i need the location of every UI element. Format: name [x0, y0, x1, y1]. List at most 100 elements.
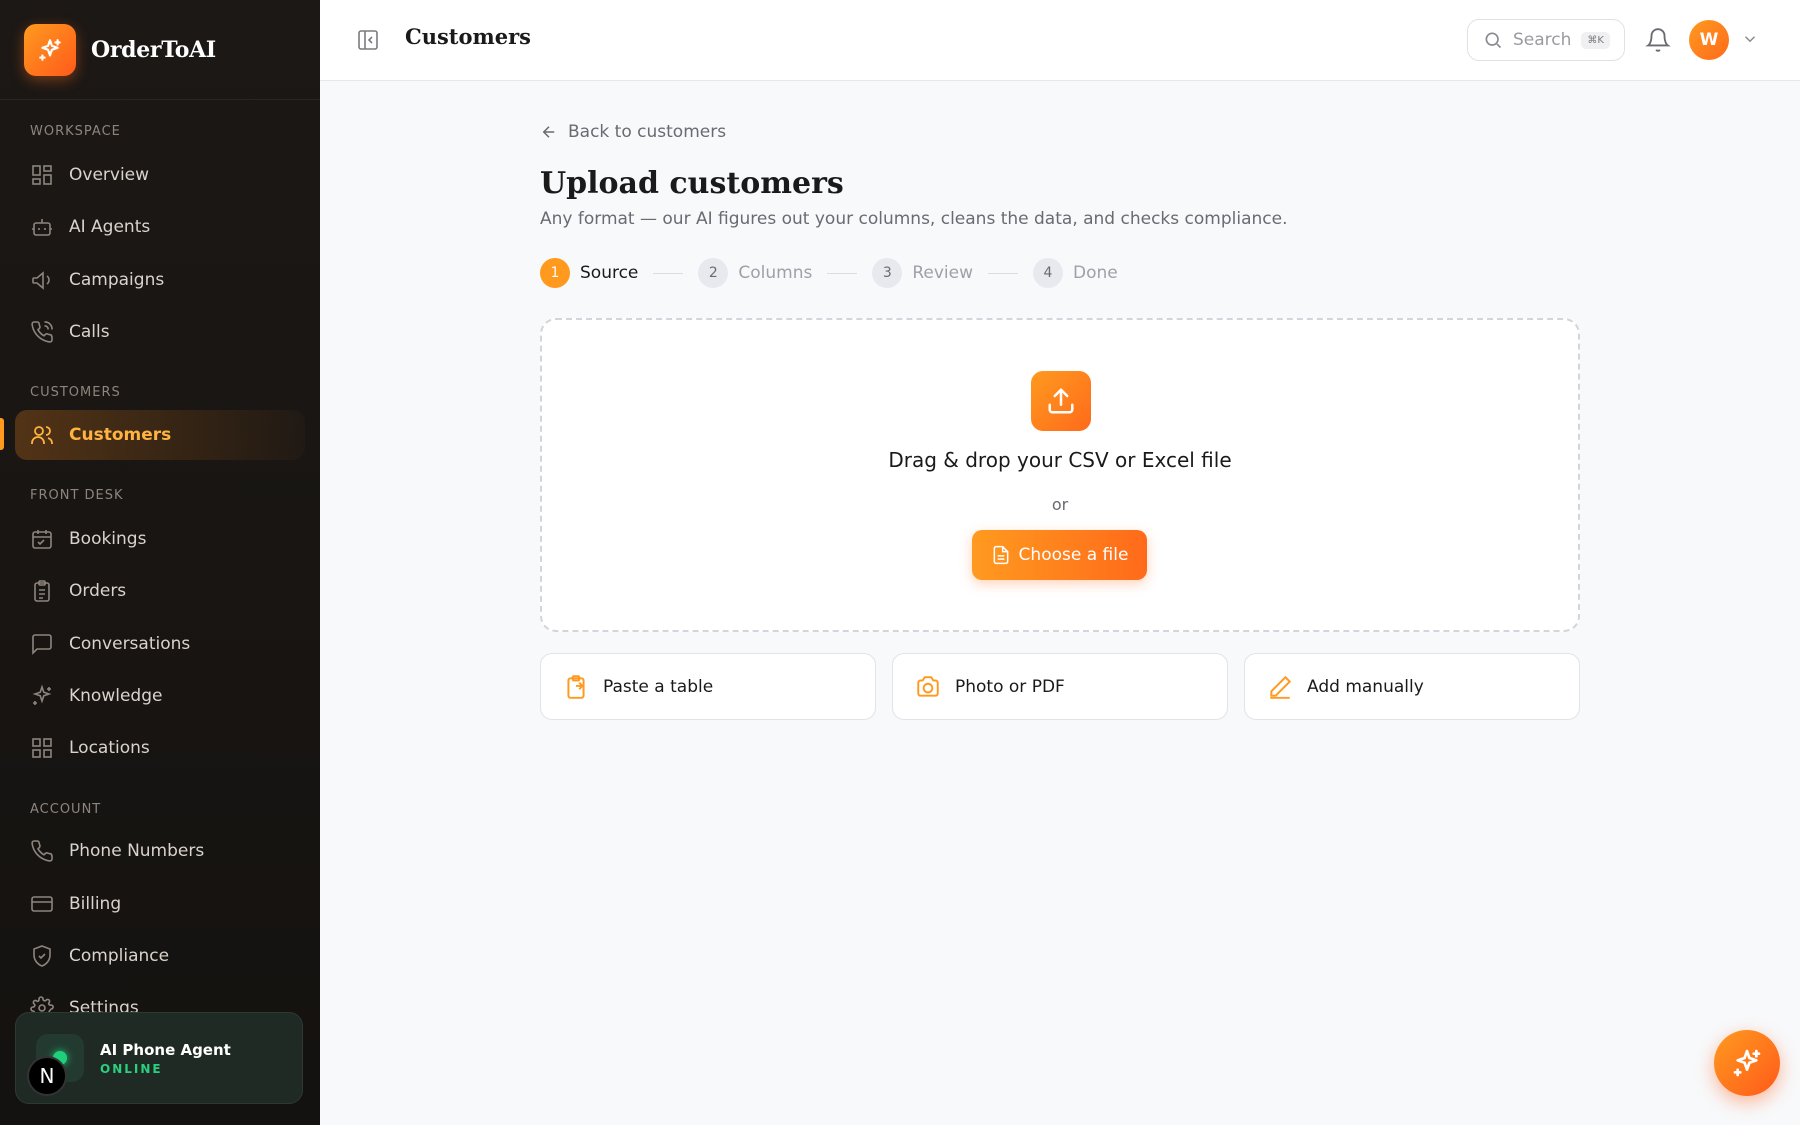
step-label: Source — [580, 263, 639, 283]
sparkles-icon — [1733, 1049, 1761, 1077]
section-label-front-desk: FRONT DESK — [30, 488, 124, 503]
sidebar-item-label: Orders — [69, 581, 127, 601]
camera-icon — [917, 675, 939, 697]
sidebar-item-label: Calls — [69, 322, 110, 342]
n-badge[interactable]: N — [27, 1056, 67, 1096]
account-menu-button[interactable] — [1741, 30, 1759, 48]
step-number: 1 — [540, 258, 570, 288]
grid-icon — [32, 165, 52, 185]
step-number: 4 — [1033, 258, 1064, 288]
sidebar-item-conversations[interactable]: Conversations — [15, 619, 305, 669]
step-label: Review — [912, 263, 974, 283]
sidebar-item-label: Locations — [69, 738, 150, 758]
step-divider — [988, 272, 1019, 274]
sidebar-item-label: Bookings — [69, 529, 147, 549]
notifications-button[interactable] — [1645, 27, 1671, 53]
step-number: 3 — [872, 258, 903, 288]
chevron-down-icon — [1744, 36, 1756, 43]
page-header-title: Customers — [405, 24, 531, 49]
shield-icon — [33, 945, 51, 967]
search-input[interactable]: Search ⌘K — [1467, 19, 1625, 61]
bot-icon — [32, 219, 52, 236]
step-source: 1 Source — [540, 258, 638, 288]
dropzone-or: or — [1051, 495, 1069, 514]
sidebar-item-ai-agents[interactable]: AI Agents — [15, 202, 305, 252]
clipboard-icon — [34, 580, 50, 602]
panel-collapse-icon — [358, 30, 378, 50]
phone-icon — [31, 840, 53, 862]
step-review: 3 Review — [872, 258, 973, 288]
step-label: Done — [1073, 263, 1118, 283]
option-label: Add manually — [1307, 676, 1424, 697]
brand[interactable]: OrderToAI — [0, 0, 320, 100]
sparkles-logo-icon — [24, 23, 76, 76]
sidebar-toggle-button[interactable] — [356, 28, 380, 52]
sidebar-item-campaigns[interactable]: Campaigns — [15, 255, 305, 305]
section-label-customers: CUSTOMERS — [30, 385, 121, 400]
paste-table-option[interactable]: Paste a table — [540, 653, 876, 720]
choose-file-button[interactable]: Choose a file — [972, 530, 1147, 580]
sidebar-item-locations[interactable]: Locations — [15, 723, 305, 773]
calendar-icon — [32, 530, 52, 549]
option-label: Photo or PDF — [955, 676, 1065, 697]
file-dropzone[interactable]: Drag & drop your CSV or Excel file or Ch… — [540, 318, 1580, 632]
users-icon — [31, 426, 53, 444]
page-subtitle: Any format — our AI figures out your col… — [540, 209, 1288, 229]
user-avatar[interactable]: W — [1689, 20, 1729, 60]
phone-call-icon — [31, 321, 53, 343]
dropzone-title: Drag & drop your CSV or Excel file — [888, 448, 1232, 472]
sidebar-item-calls[interactable]: Calls — [15, 307, 305, 357]
section-label-workspace: WORKSPACE — [30, 124, 121, 139]
sidebar-item-overview[interactable]: Overview — [15, 150, 305, 200]
bell-icon — [1645, 28, 1671, 52]
sidebar-item-label: Phone Numbers — [69, 841, 205, 861]
page-title: Upload customers — [540, 166, 844, 201]
sidebar-item-phone-numbers[interactable]: Phone Numbers — [15, 826, 305, 876]
add-manually-option[interactable]: Add manually — [1244, 653, 1580, 720]
active-indicator — [0, 418, 4, 450]
sidebar-item-label: Compliance — [69, 946, 170, 966]
sidebar-item-orders[interactable]: Orders — [15, 566, 305, 616]
section-label-account: ACCOUNT — [30, 802, 102, 817]
search-placeholder: Search — [1513, 30, 1572, 50]
megaphone-icon — [32, 271, 50, 290]
sidebar-item-knowledge[interactable]: Knowledge — [15, 671, 305, 721]
message-icon — [32, 634, 52, 655]
sidebar-item-billing[interactable]: Billing — [15, 879, 305, 929]
ai-assistant-button[interactable] — [1714, 1030, 1780, 1096]
clipboard-paste-icon — [567, 674, 585, 699]
search-shortcut: ⌘K — [1581, 31, 1610, 49]
upload-icon — [1031, 371, 1091, 431]
photo-pdf-option[interactable]: Photo or PDF — [892, 653, 1228, 720]
sidebar-item-customers[interactable]: Customers — [15, 410, 305, 460]
sidebar-item-label: Knowledge — [69, 686, 163, 706]
step-divider — [653, 272, 684, 274]
agent-name: AI Phone Agent — [100, 1040, 231, 1059]
file-icon — [993, 545, 1008, 565]
sidebar: OrderToAI WORKSPACE Overview AI Agents C… — [0, 0, 320, 1125]
sidebar-item-label: Campaigns — [69, 270, 165, 290]
step-number: 2 — [698, 258, 729, 288]
sidebar-item-label: Customers — [69, 425, 172, 445]
option-label: Paste a table — [603, 676, 714, 697]
sparkles-icon — [32, 684, 52, 705]
arrow-left-icon — [542, 126, 555, 138]
grid-icon — [32, 738, 52, 758]
search-icon — [1485, 32, 1502, 49]
top-header: Customers Search ⌘K W — [320, 0, 1800, 81]
step-divider — [827, 272, 858, 274]
agent-status: ONLINE — [100, 1061, 163, 1076]
back-link-label: Back to customers — [568, 122, 727, 142]
sidebar-item-compliance[interactable]: Compliance — [15, 931, 305, 981]
step-done: 4 Done — [1033, 258, 1118, 288]
sidebar-item-bookings[interactable]: Bookings — [15, 514, 305, 564]
credit-card-icon — [31, 896, 53, 912]
step-label: Columns — [738, 263, 813, 283]
sidebar-item-label: Billing — [69, 894, 122, 914]
stepper: 1 Source 2 Columns 3 Review 4 Done — [540, 258, 1118, 288]
sidebar-item-label: Overview — [69, 165, 150, 185]
sidebar-item-label: AI Agents — [69, 217, 151, 237]
brand-name: OrderToAI — [91, 36, 216, 63]
back-to-customers-link[interactable]: Back to customers — [540, 122, 726, 142]
choose-file-label: Choose a file — [1018, 545, 1129, 565]
